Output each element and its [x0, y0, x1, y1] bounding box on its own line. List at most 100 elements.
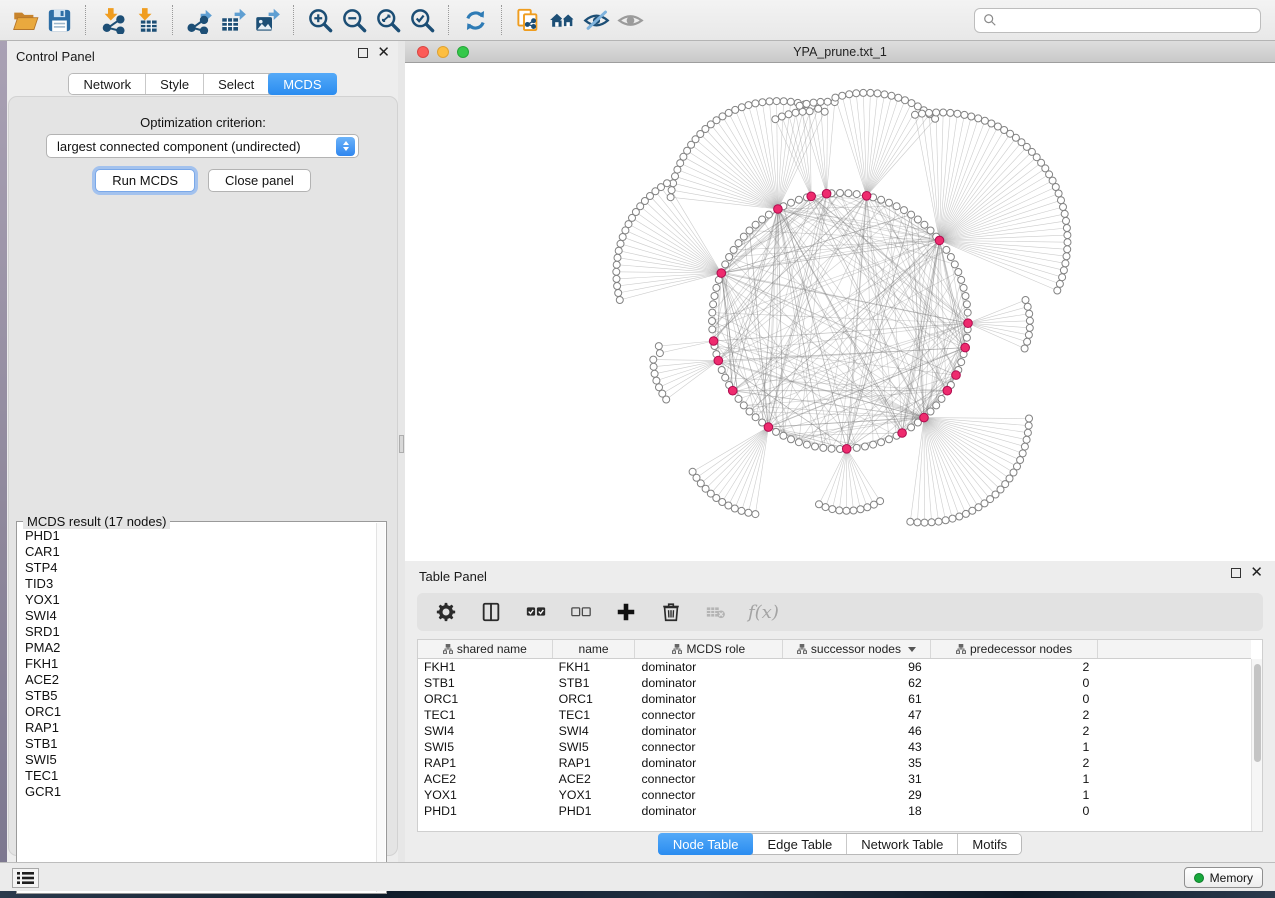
import-network-icon[interactable] [95, 3, 129, 37]
network-node[interactable] [968, 113, 975, 120]
mcds-hub-node[interactable] [709, 337, 718, 346]
network-node[interactable] [914, 216, 921, 223]
show-columns-icon[interactable] [478, 599, 504, 625]
network-node[interactable] [746, 408, 753, 415]
mcds-result-item[interactable]: FKH1 [25, 656, 376, 672]
table-row[interactable]: ORC1ORC1dominator610 [418, 691, 1251, 707]
mcds-hub-node[interactable] [717, 269, 726, 278]
network-node[interactable] [1063, 225, 1070, 232]
network-node[interactable] [1023, 436, 1030, 443]
tab-network-table[interactable]: Network Table [847, 834, 958, 854]
zoom-out-icon[interactable] [337, 3, 371, 37]
tab-node-table[interactable]: Node Table [658, 833, 755, 855]
export-table-icon[interactable] [216, 3, 250, 37]
network-node[interactable] [963, 334, 970, 341]
network-node[interactable] [1060, 267, 1067, 274]
mcds-result-item[interactable]: GCR1 [25, 784, 376, 800]
network-node[interactable] [962, 510, 969, 517]
network-node[interactable] [773, 98, 780, 105]
network-node[interactable] [752, 414, 759, 421]
network-node[interactable] [1024, 338, 1031, 345]
table-row[interactable]: PHD1PHD1dominator180 [418, 803, 1251, 819]
network-node[interactable] [816, 501, 823, 508]
network-node[interactable] [795, 196, 802, 203]
table-row[interactable]: STB1STB1dominator620 [418, 675, 1251, 691]
network-node[interactable] [1022, 297, 1029, 304]
mcds-hub-node[interactable] [898, 429, 907, 438]
network-node[interactable] [752, 100, 759, 107]
network-node[interactable] [1061, 210, 1068, 217]
network-node[interactable] [668, 187, 675, 194]
network-node[interactable] [613, 275, 620, 282]
network-node[interactable] [1025, 422, 1032, 429]
hide-selected-icon[interactable] [579, 3, 613, 37]
network-node[interactable] [788, 199, 795, 206]
mcds-hub-node[interactable] [862, 192, 871, 201]
network-node[interactable] [908, 424, 915, 431]
network-node[interactable] [878, 196, 885, 203]
network-node[interactable] [1024, 303, 1031, 310]
search-field[interactable] [974, 8, 1261, 33]
network-node[interactable] [672, 173, 679, 180]
function-builder-icon[interactable]: f(x) [748, 602, 779, 623]
table-row[interactable]: ACE2ACE2connector311 [418, 771, 1251, 787]
network-node[interactable] [667, 194, 674, 201]
network-node[interactable] [822, 504, 829, 511]
network-node[interactable] [745, 102, 752, 109]
network-node[interactable] [964, 309, 971, 316]
network-node[interactable] [656, 384, 663, 391]
mcds-hub-node[interactable] [764, 423, 773, 432]
export-image-icon[interactable] [250, 3, 284, 37]
mcds-result-item[interactable]: STB5 [25, 688, 376, 704]
mcds-result-item[interactable]: ORC1 [25, 704, 376, 720]
network-node[interactable] [1064, 246, 1071, 253]
network-node[interactable] [881, 91, 888, 98]
mcds-result-item[interactable]: TEC1 [25, 768, 376, 784]
network-node[interactable] [1017, 457, 1024, 464]
network-node[interactable] [752, 511, 759, 518]
network-node[interactable] [886, 436, 893, 443]
network-node[interactable] [788, 436, 795, 443]
network-node[interactable] [1026, 317, 1033, 324]
network-node[interactable] [960, 284, 967, 291]
network-node[interactable] [836, 507, 843, 514]
network-node[interactable] [956, 513, 963, 520]
mcds-hub-node[interactable] [714, 356, 723, 365]
network-node[interactable] [1049, 177, 1056, 184]
network-node[interactable] [656, 350, 663, 357]
table-row[interactable]: YOX1YOX1connector291 [418, 787, 1251, 803]
mcds-hub-node[interactable] [728, 386, 737, 395]
network-node[interactable] [709, 326, 716, 333]
table-mode-gear-icon[interactable] [433, 599, 459, 625]
network-node[interactable] [864, 504, 871, 511]
network-node[interactable] [1062, 260, 1069, 267]
network-node[interactable] [949, 515, 956, 522]
mcds-result-item[interactable]: TID3 [25, 576, 376, 592]
network-node[interactable] [928, 519, 935, 526]
network-node[interactable] [857, 506, 864, 513]
table-row[interactable]: SWI4SWI4dominator462 [418, 723, 1251, 739]
network-node[interactable] [709, 318, 716, 325]
network-node[interactable] [955, 269, 962, 276]
network-node[interactable] [870, 501, 877, 508]
mcds-result-item[interactable]: PHD1 [25, 528, 376, 544]
network-node[interactable] [919, 110, 926, 117]
mcds-hub-node[interactable] [920, 413, 929, 422]
network-node[interactable] [845, 190, 852, 197]
network-node[interactable] [933, 402, 940, 409]
criterion-dropdown[interactable]: largest connected component (undirected) [46, 134, 359, 158]
zoom-in-icon[interactable] [303, 3, 337, 37]
network-node[interactable] [853, 444, 860, 451]
network-node[interactable] [738, 104, 745, 111]
network-node[interactable] [878, 439, 885, 446]
mcds-hub-node[interactable] [952, 371, 961, 380]
network-node[interactable] [773, 428, 780, 435]
network-node[interactable] [902, 97, 909, 104]
mcds-result-item[interactable]: CAR1 [25, 544, 376, 560]
select-all-checkboxes-icon[interactable] [523, 599, 549, 625]
column-header-predecessor-nodes[interactable]: predecessor nodes [931, 640, 1099, 658]
network-node[interactable] [963, 301, 970, 308]
network-node[interactable] [796, 102, 803, 109]
network-node[interactable] [969, 507, 976, 514]
tab-select[interactable]: Select [204, 74, 269, 94]
